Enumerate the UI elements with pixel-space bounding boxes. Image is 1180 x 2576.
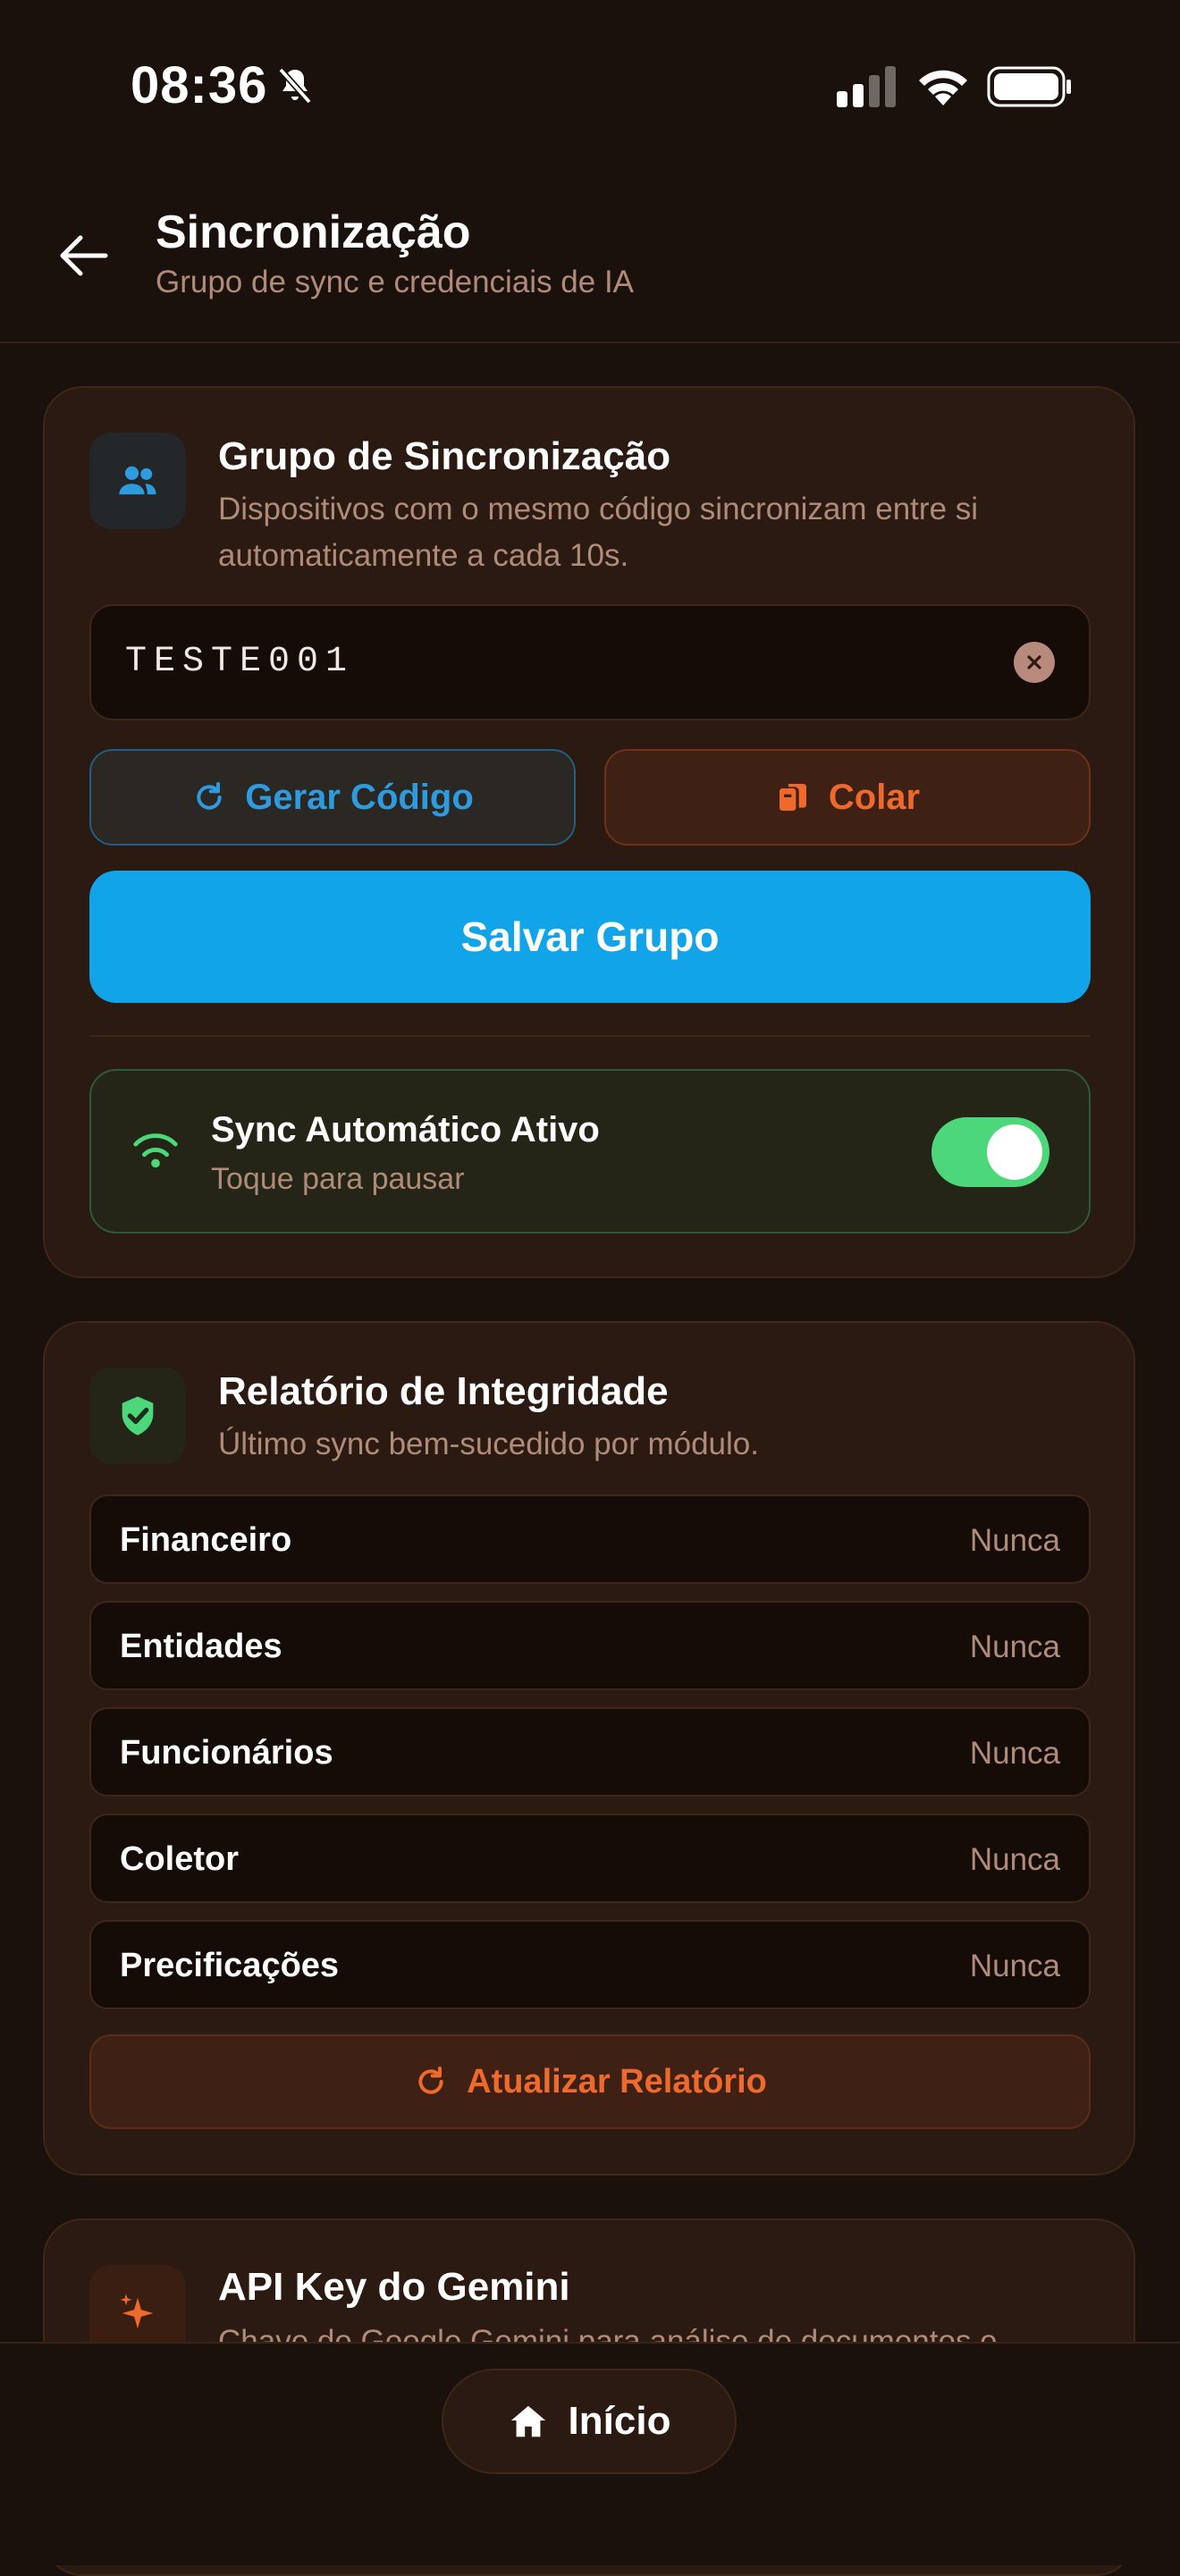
module-row-precificacoes: Precificações Nunca [89, 1920, 1091, 2009]
sync-code-value: TESTE001 [125, 642, 355, 682]
wifi-sync-icon [133, 1133, 178, 1168]
module-row-financeiro: Financeiro Nunca [89, 1494, 1091, 1584]
module-row-funcionarios: Funcionários Nunca [89, 1707, 1091, 1797]
module-row-entidades: Entidades Nunca [89, 1601, 1091, 1690]
clear-icon[interactable] [1014, 642, 1055, 683]
page-subtitle: Grupo de sync e credenciais de IA [156, 265, 635, 299]
bell-muted-icon [278, 67, 312, 105]
refresh-icon [197, 782, 222, 810]
cellular-signal-icon [837, 66, 896, 107]
refresh-report-button[interactable]: Atualizar Relatório [89, 2034, 1091, 2129]
group-icon-box [89, 433, 186, 529]
home-button[interactable]: Início [442, 2369, 737, 2474]
app-header: Sincronização Grupo de sync e credenciai… [0, 170, 1180, 343]
module-last-sync: Nunca [969, 1842, 1060, 1877]
refresh-report-label: Atualizar Relatório [467, 2062, 767, 2100]
toggle-knob [987, 1124, 1042, 1180]
generate-code-label: Gerar Código [245, 777, 474, 817]
users-icon [119, 466, 156, 495]
back-arrow-icon[interactable] [55, 231, 109, 281]
integrity-description: Último sync bem-sucedido por módulo. [218, 1427, 759, 1461]
auto-sync-panel[interactable]: Sync Automático Ativo Toque para pausar [89, 1069, 1091, 1233]
shield-icon-box [89, 1368, 186, 1464]
module-name: Funcionários [120, 1734, 333, 1772]
sync-group-card: Grupo de Sincronização Dispositivos com … [43, 386, 1135, 1278]
module-name: Entidades [120, 1628, 282, 1665]
module-row-coletor: Coletor Nunca [89, 1814, 1091, 1903]
home-label: Início [568, 2399, 671, 2443]
save-group-button[interactable]: Salvar Grupo [89, 871, 1091, 1003]
clipboard-icon [779, 784, 806, 811]
module-name: Precificações [120, 1947, 340, 1984]
wifi-icon [919, 70, 967, 105]
auto-sync-toggle[interactable] [931, 1117, 1049, 1187]
module-last-sync: Nunca [969, 1736, 1060, 1771]
paste-button[interactable]: Colar [604, 749, 1091, 846]
auto-sync-title: Sync Automático Ativo [211, 1110, 600, 1149]
module-last-sync: Nunca [969, 1629, 1060, 1664]
home-icon [510, 2405, 545, 2437]
gemini-title: API Key do Gemini [218, 2265, 570, 2309]
battery-icon [987, 66, 1071, 107]
module-last-sync: Nunca [969, 1523, 1060, 1558]
refresh-icon [418, 2067, 443, 2094]
sync-group-title: Grupo de Sincronização [218, 434, 671, 478]
module-name: Coletor [120, 1840, 239, 1878]
status-time: 08:36 [131, 56, 268, 114]
page-title: Sincronização [156, 206, 471, 258]
generate-code-button[interactable]: Gerar Código [89, 749, 576, 846]
divider [89, 1035, 1091, 1037]
module-name: Financeiro [120, 1521, 292, 1559]
module-last-sync: Nunca [969, 1949, 1060, 1983]
integrity-report-card: Relatório de Integridade Último sync bem… [43, 1321, 1135, 2176]
code-actions: Gerar Código Colar [89, 749, 1091, 846]
sync-group-description: Dispositivos com o mesmo código sincroni… [218, 492, 979, 573]
shield-check-icon [122, 1396, 154, 1435]
integrity-title: Relatório de Integridade [218, 1369, 669, 1413]
sync-code-input[interactable]: TESTE001 [89, 604, 1091, 720]
paste-label: Colar [828, 777, 921, 817]
bottom-nav: Início [0, 2342, 1180, 2565]
status-bar: 08:36 [0, 0, 1180, 170]
auto-sync-subtitle: Toque para pausar [211, 1162, 465, 1196]
sparkle-icon [120, 2294, 154, 2329]
